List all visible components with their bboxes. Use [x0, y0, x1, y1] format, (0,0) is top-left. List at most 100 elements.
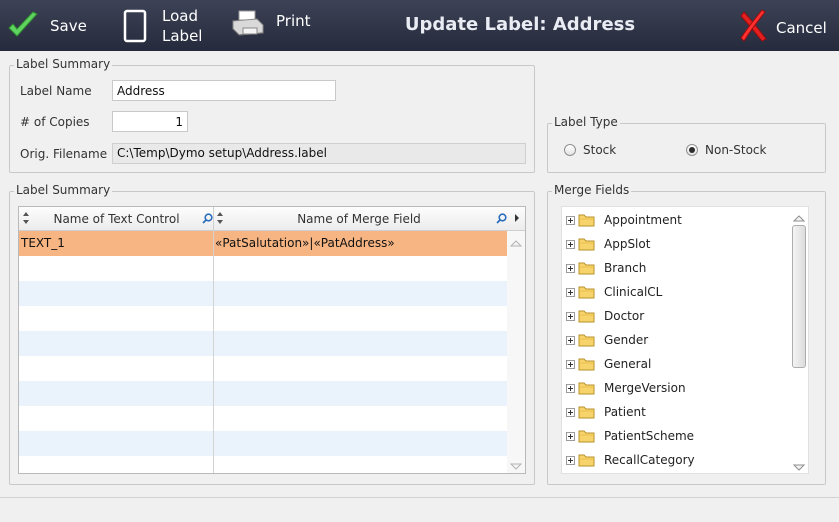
label-summary-legend: Label Summary	[14, 57, 113, 71]
orig-filename-field: C:\Temp\Dymo setup\Address.label	[112, 143, 526, 164]
tree-item-label: MergeVersion	[604, 381, 686, 395]
stock-radio[interactable]: Stock	[564, 143, 654, 159]
expand-icon[interactable]	[566, 431, 575, 441]
expand-icon[interactable]	[566, 311, 575, 321]
expand-icon[interactable]	[566, 287, 575, 297]
table-row-empty[interactable]	[19, 281, 507, 306]
copies-input[interactable]	[112, 111, 188, 132]
save-button[interactable]: Save	[6, 0, 96, 51]
table-row-empty[interactable]	[19, 456, 507, 473]
tree-item[interactable]: General	[566, 353, 651, 375]
tree-item[interactable]: PatientScheme	[566, 425, 694, 447]
print-label: Print	[276, 11, 311, 30]
column-divider	[213, 231, 214, 473]
save-label: Save	[50, 16, 87, 35]
load-label-line2: Label	[162, 27, 203, 45]
load-label-text: Load Label	[162, 6, 202, 46]
tree-item[interactable]: Doctor	[566, 305, 644, 327]
table-row-empty[interactable]	[19, 356, 507, 381]
scroll-down-icon[interactable]	[509, 460, 523, 470]
expand-icon[interactable]	[566, 263, 575, 273]
label-name-label: Label Name	[20, 84, 92, 98]
tree-item[interactable]: ClinicalCL	[566, 281, 662, 303]
folder-icon	[578, 429, 596, 443]
cancel-button[interactable]: Cancel	[738, 0, 834, 51]
folder-icon	[578, 405, 596, 419]
folder-icon	[578, 453, 596, 467]
expand-icon[interactable]	[566, 383, 575, 393]
filter-search-icon[interactable]	[202, 213, 213, 224]
folder-icon	[578, 381, 596, 395]
tree-item[interactable]: Appointment	[566, 209, 682, 231]
merge-fields-legend: Merge Fields	[552, 183, 632, 197]
print-button[interactable]: Print	[231, 0, 321, 49]
expand-icon[interactable]	[566, 407, 575, 417]
document-icon	[122, 8, 148, 44]
tree-scrollbar[interactable]	[790, 207, 808, 473]
label-name-input[interactable]	[112, 80, 336, 101]
tree-item[interactable]: Gender	[566, 329, 648, 351]
scroll-up-icon[interactable]	[509, 236, 523, 247]
toolbar: Save Load Label Print Update Label: Addr…	[0, 0, 839, 51]
non-stock-radio-circle[interactable]	[686, 144, 698, 156]
table-row-empty[interactable]	[19, 406, 507, 431]
tree-item-label: Gender	[604, 333, 649, 347]
text-controls-grid: Name of Text Control Name of Merge Field…	[18, 206, 526, 474]
cell-text-control[interactable]: TEXT_1	[21, 231, 209, 256]
expand-icon[interactable]	[566, 335, 575, 345]
folder-icon	[578, 237, 596, 251]
tree-item-label: General	[604, 357, 652, 371]
folder-icon	[578, 357, 596, 371]
sort-icon[interactable]	[216, 211, 224, 225]
load-label-button[interactable]: Load Label	[122, 0, 212, 51]
merge-fields-tree: Appointment AppSlot Branch ClinicalCL Do…	[561, 206, 809, 474]
stock-radio-label: Stock	[583, 143, 617, 157]
folder-icon	[578, 213, 596, 227]
table-row-empty[interactable]	[19, 306, 507, 331]
expand-icon[interactable]	[566, 359, 575, 369]
tree-item-label: ClinicalCL	[604, 285, 663, 299]
expand-icon[interactable]	[566, 215, 575, 225]
table-row-empty[interactable]	[19, 431, 507, 456]
non-stock-radio[interactable]: Non-Stock	[686, 143, 796, 159]
folder-icon	[578, 309, 596, 323]
non-stock-radio-label: Non-Stock	[705, 143, 767, 157]
tree-item-label: RecallCategory	[604, 453, 695, 467]
tree-item[interactable]: RecallCategory	[566, 449, 695, 471]
scroll-thumb[interactable]	[792, 225, 806, 368]
filter-search-icon[interactable]	[496, 213, 507, 224]
red-x-icon	[738, 8, 770, 43]
scroll-down-icon[interactable]	[792, 461, 806, 471]
expand-icon[interactable]	[566, 455, 575, 465]
orig-filename-label: Orig. Filename	[20, 147, 108, 161]
tree-item-label: Branch	[604, 261, 647, 275]
table-row-empty[interactable]	[19, 331, 507, 356]
tree-item[interactable]: Branch	[566, 257, 646, 279]
tree-item-label: Appointment	[604, 213, 682, 227]
scroll-up-icon[interactable]	[792, 211, 806, 222]
header-divider	[213, 207, 214, 231]
tree-item[interactable]: AppSlot	[566, 233, 650, 255]
grid-header: Name of Text Control Name of Merge Field	[19, 207, 525, 231]
tree-item[interactable]: MergeVersion	[566, 377, 686, 399]
load-label-line1: Load	[162, 7, 198, 25]
printer-icon	[231, 9, 265, 39]
checkmark-icon	[6, 9, 40, 43]
column-chooser-icon[interactable]	[511, 211, 523, 225]
expand-icon[interactable]	[566, 239, 575, 249]
folder-icon	[578, 261, 596, 275]
tree-item-label: Patient	[604, 405, 646, 419]
table-row-empty[interactable]	[19, 256, 507, 281]
stock-radio-circle[interactable]	[564, 144, 576, 156]
column-header-text-control[interactable]: Name of Text Control	[29, 207, 204, 231]
table-row-empty[interactable]	[19, 381, 507, 406]
column-header-merge-field[interactable]: Name of Merge Field	[224, 207, 494, 231]
cell-merge-field[interactable]: «PatSalutation»|«PatAddress»	[215, 231, 505, 256]
tree-item-label: AppSlot	[604, 237, 651, 251]
tree-item-label: PatientScheme	[604, 429, 695, 443]
grid-scrollbar[interactable]	[507, 231, 525, 473]
tree-item[interactable]: Patient	[566, 401, 646, 423]
page-title: Update Label: Address	[404, 14, 636, 35]
radio-selected-dot	[689, 147, 695, 153]
table-row[interactable]: TEXT_1 «PatSalutation»|«PatAddress»	[19, 231, 507, 256]
